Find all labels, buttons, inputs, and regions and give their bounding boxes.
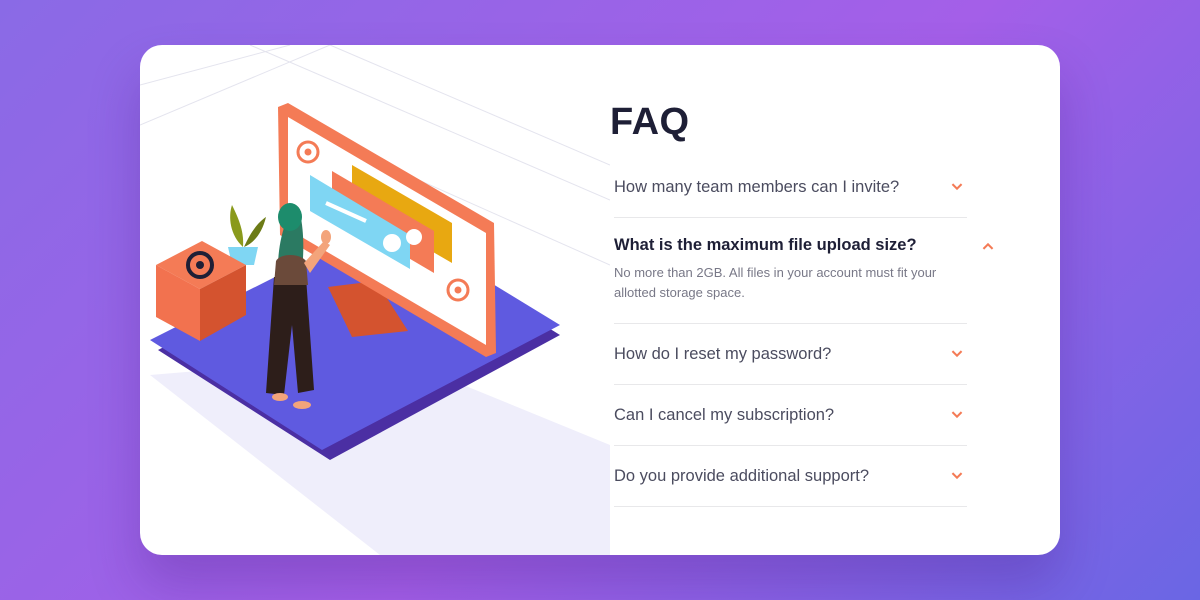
message-dot — [383, 234, 401, 252]
faq-question: How do I reset my password? — [614, 344, 832, 363]
message-dot — [406, 229, 422, 245]
faq-question: How many team members can I invite? — [614, 177, 900, 196]
faq-card: FAQ How many team members can I invite? … — [140, 45, 1060, 555]
faq-item: How many team members can I invite? — [614, 157, 967, 218]
faq-question-button[interactable]: How many team members can I invite? — [614, 157, 967, 217]
faq-item: How do I reset my password? — [614, 324, 967, 385]
chevron-down-icon — [951, 183, 963, 191]
faq-question: Can I cancel my subscription? — [614, 405, 835, 424]
faq-item: Do you provide additional support? — [614, 446, 967, 507]
faq-list: How many team members can I invite? What… — [614, 157, 994, 507]
faq-question-button[interactable]: How do I reset my password? — [614, 324, 967, 384]
faq-item: Can I cancel my subscription? — [614, 385, 967, 446]
chevron-up-icon — [982, 242, 994, 250]
faq-question-button[interactable]: Can I cancel my subscription? — [614, 385, 967, 445]
faq-section: FAQ How many team members can I invite? … — [610, 99, 994, 507]
faq-answer: No more than 2GB. All files in your acco… — [614, 265, 937, 300]
illustration-woman-online — [140, 45, 610, 555]
faq-question-button[interactable]: What is the maximum file upload size? — [614, 218, 994, 263]
chevron-down-icon — [951, 350, 963, 358]
chevron-down-icon — [951, 472, 963, 480]
faq-question: Do you provide additional support? — [614, 466, 870, 485]
faq-title: FAQ — [610, 101, 690, 143]
plant-leaf — [230, 205, 244, 247]
chevron-down-icon — [951, 411, 963, 419]
faq-question: What is the maximum file upload size? — [614, 236, 917, 254]
faq-question-button[interactable]: Do you provide additional support? — [614, 446, 967, 506]
plant-leaf — [244, 217, 266, 247]
faq-item: What is the maximum file upload size? No… — [614, 218, 994, 324]
